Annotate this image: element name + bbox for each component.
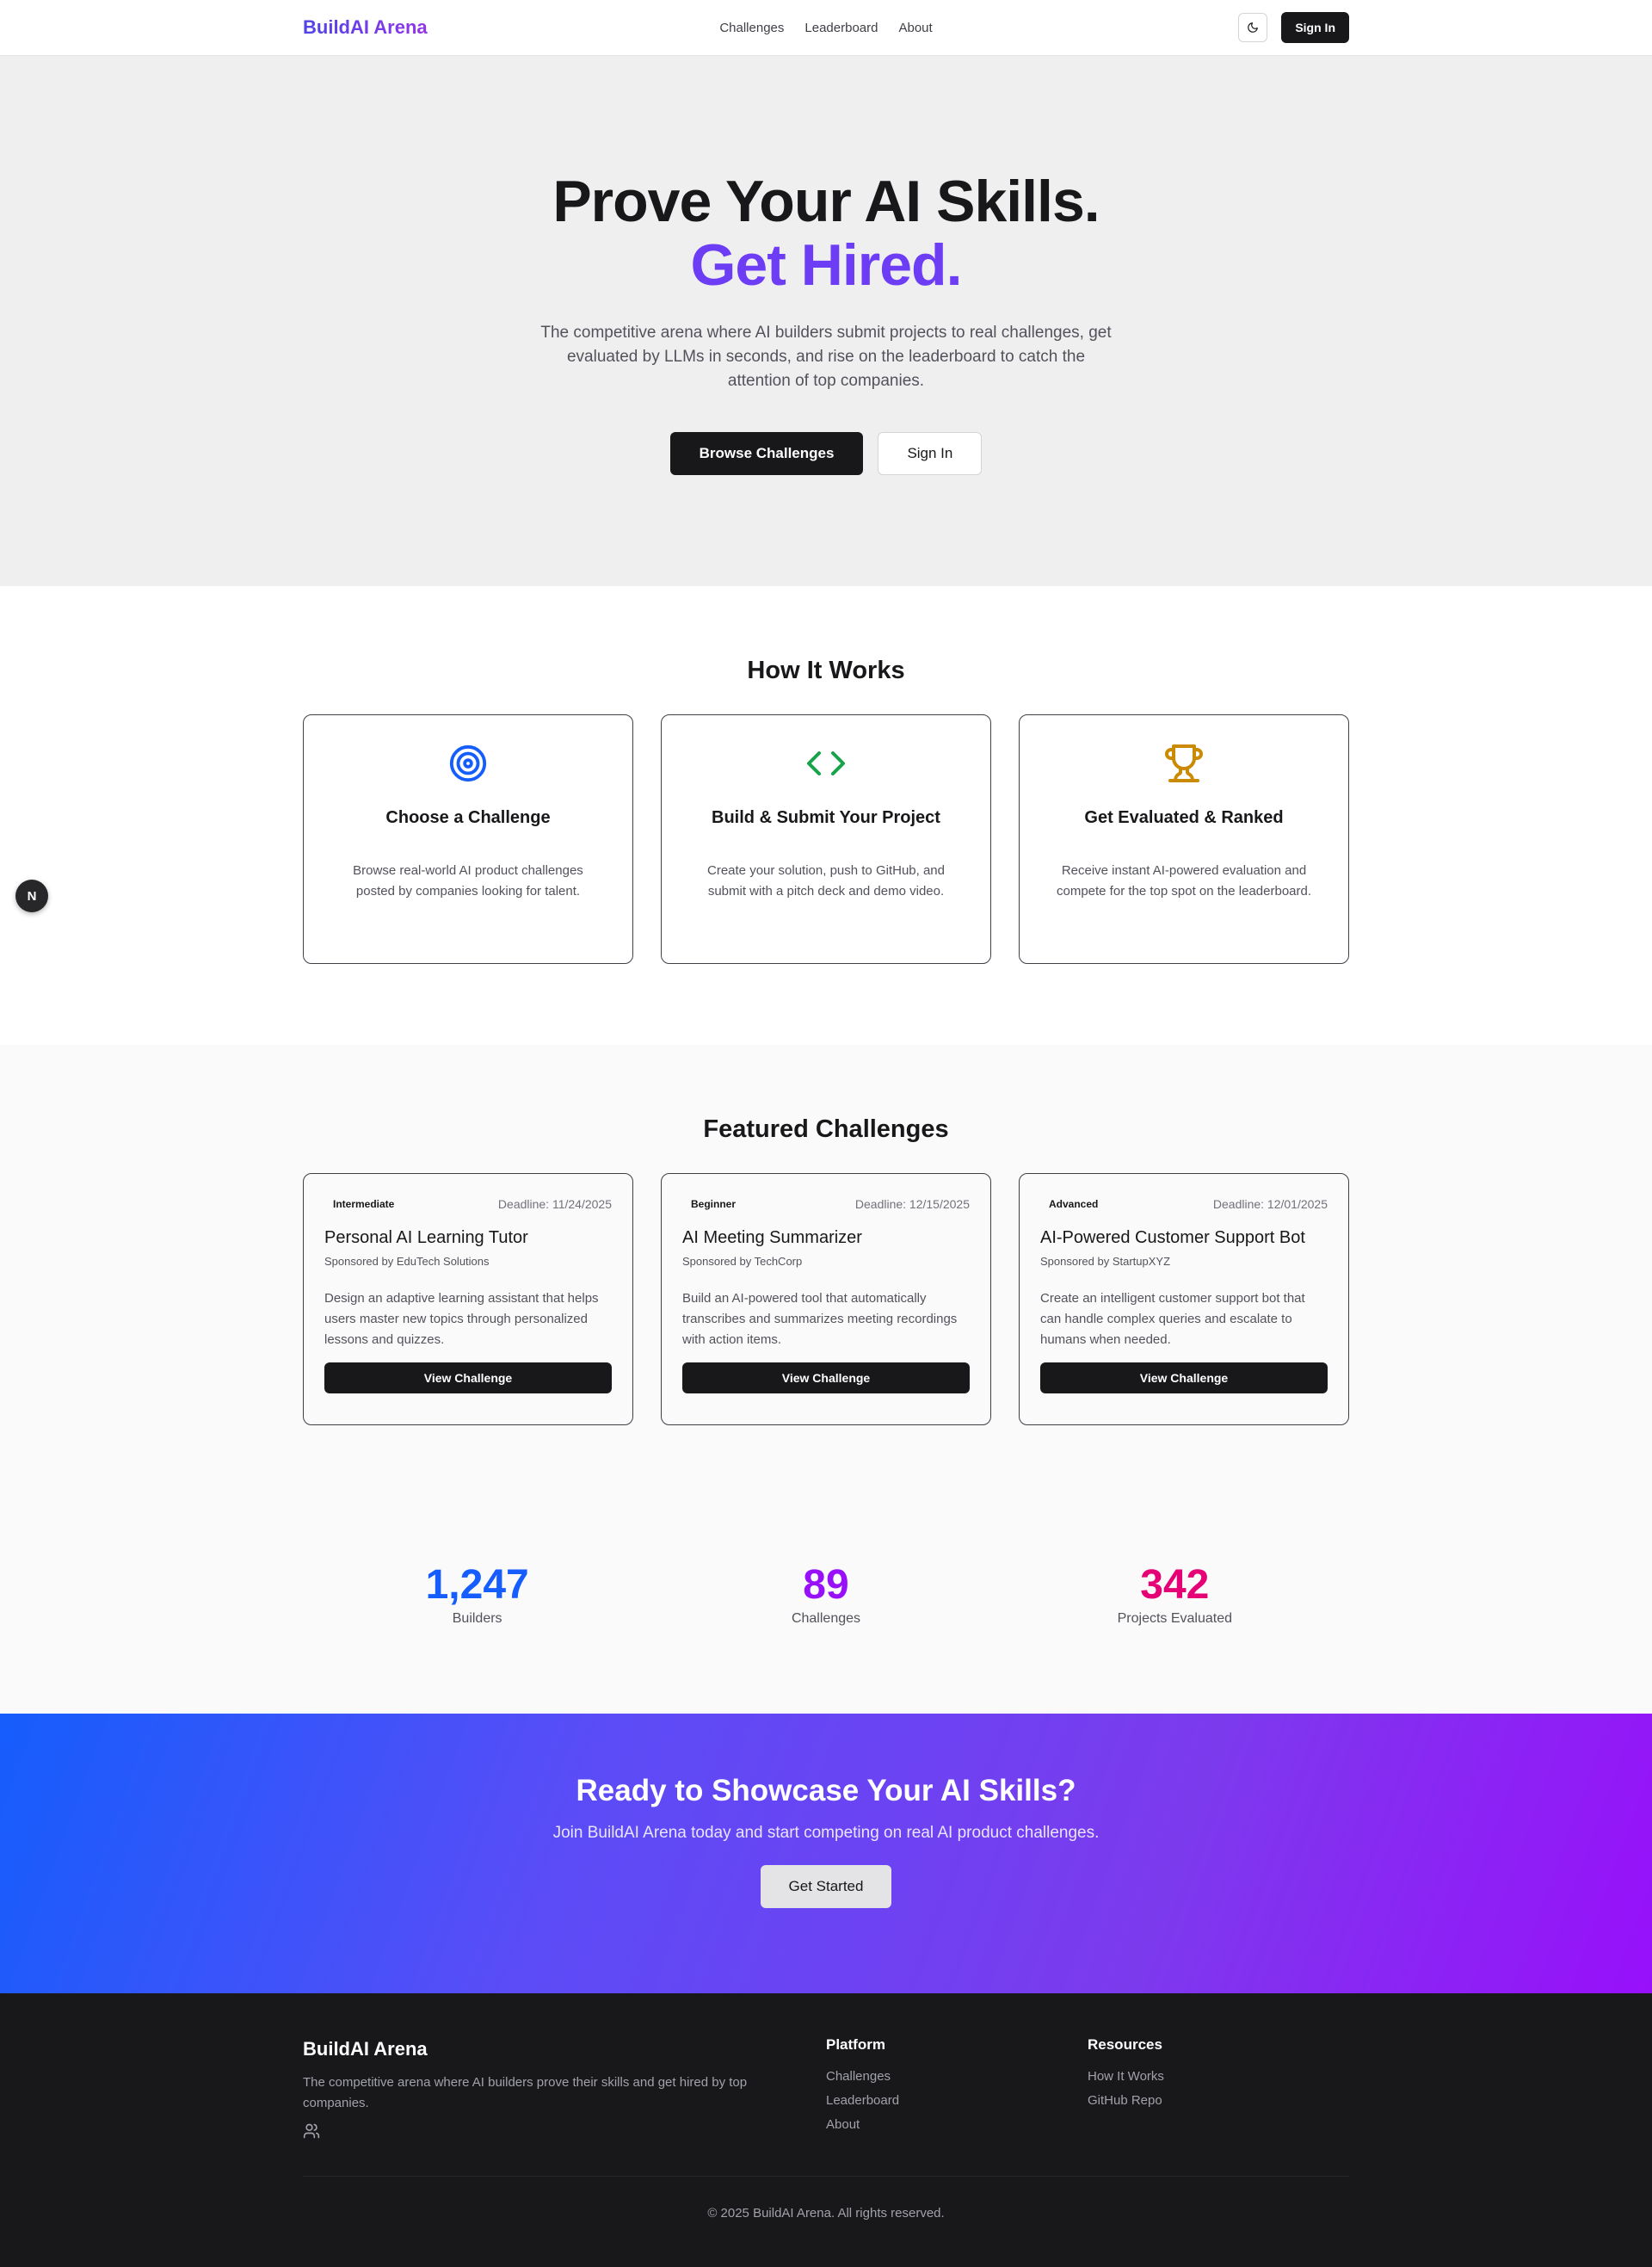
footer: BuildAI Arena The competitive arena wher…: [0, 1993, 1652, 2267]
deadline-text: Deadline: 12/15/2025: [854, 1197, 970, 1211]
stat-value: 1,247: [425, 1562, 529, 1608]
challenge-card: Intermediate Deadline: 11/24/2025 Person…: [303, 1173, 633, 1425]
stat-value: 342: [1140, 1562, 1210, 1608]
hero-title-accent: Get Hired.: [690, 232, 963, 298]
footer-link-how-it-works[interactable]: How It Works: [1088, 2069, 1349, 2084]
footer-tagline: The competitive arena where AI builders …: [303, 2075, 748, 2110]
brand-logo[interactable]: BuildAI Arena: [303, 16, 428, 39]
nav-link-about[interactable]: About: [898, 21, 932, 35]
footer-brand: BuildAI Arena: [303, 2038, 428, 2060]
challenge-description: Design an adaptive learning assistant th…: [324, 1291, 599, 1347]
theme-toggle-button[interactable]: [1238, 13, 1268, 42]
footer-platform-title: Platform: [826, 2036, 885, 2053]
difficulty-badge: Advanced: [1040, 1195, 1107, 1213]
nav-links: Challenges Leaderboard About: [719, 21, 932, 35]
stat-builders: 1,247 Builders: [303, 1563, 651, 1627]
top-nav: BuildAI Arena Challenges Leaderboard Abo…: [0, 0, 1652, 56]
stat-label: Challenges: [791, 1611, 861, 1626]
stat-challenges: 89 Challenges: [651, 1563, 1000, 1627]
code-icon: [807, 751, 845, 775]
footer-link-leaderboard[interactable]: Leaderboard: [826, 2093, 1088, 2108]
challenge-sponsor: Sponsored by TechCorp: [682, 1255, 803, 1268]
copyright-text: © 2025 BuildAI Arena. All rights reserve…: [707, 2206, 945, 2221]
cta-section: Ready to Showcase Your AI Skills? Join B…: [0, 1714, 1652, 1993]
step-description: Browse real-world AI product challenges …: [353, 863, 583, 899]
challenge-sponsor: Sponsored by EduTech Solutions: [324, 1255, 490, 1268]
trophy-icon: [1165, 744, 1203, 782]
challenge-title: AI Meeting Summarizer: [682, 1228, 862, 1247]
how-it-works-section: How It Works Choose a Challenge Browse r…: [0, 586, 1652, 1045]
difficulty-badge: Intermediate: [324, 1195, 404, 1213]
nav-sign-in-button[interactable]: Sign In: [1281, 12, 1349, 43]
hero-section: Prove Your AI Skills. Get Hired. The com…: [0, 56, 1652, 586]
step-card: Choose a Challenge Browse real-world AI …: [303, 714, 633, 964]
footer-link-about[interactable]: About: [826, 2117, 1088, 2132]
challenge-sponsor: Sponsored by StartupXYZ: [1040, 1255, 1171, 1268]
nav-link-challenges[interactable]: Challenges: [719, 21, 784, 35]
stat-label: Projects Evaluated: [1117, 1611, 1233, 1626]
footer-link-github-repo[interactable]: GitHub Repo: [1088, 2093, 1349, 2108]
difficulty-badge: Beginner: [682, 1195, 745, 1213]
step-title: Build & Submit Your Project: [712, 808, 940, 827]
deadline-text: Deadline: 11/24/2025: [497, 1197, 612, 1211]
challenge-card: Advanced Deadline: 12/01/2025 AI-Powered…: [1019, 1173, 1349, 1425]
stat-projects-evaluated: 342 Projects Evaluated: [1001, 1563, 1349, 1627]
challenge-description: Create an intelligent customer support b…: [1040, 1291, 1305, 1347]
step-description: Receive instant AI-powered evaluation an…: [1056, 863, 1312, 899]
cta-subtitle: Join BuildAI Arena today and start compe…: [552, 1824, 1100, 1842]
view-challenge-button[interactable]: View Challenge: [324, 1362, 612, 1393]
stat-label: Builders: [452, 1611, 502, 1626]
challenge-title: Personal AI Learning Tutor: [324, 1228, 528, 1247]
featured-title: Featured Challenges: [703, 1115, 949, 1143]
moon-icon: [1248, 22, 1259, 33]
target-icon: [449, 744, 487, 782]
hero-title: Prove Your AI Skills. Get Hired.: [0, 56, 1652, 297]
challenge-description: Build an AI-powered tool that automatica…: [682, 1291, 958, 1347]
hero-title-line1: Prove Your AI Skills.: [552, 169, 1100, 234]
view-challenge-button[interactable]: View Challenge: [682, 1362, 970, 1393]
hero-sign-in-button[interactable]: Sign In: [878, 432, 983, 475]
step-title: Choose a Challenge: [385, 808, 551, 827]
step-description: Create your solution, push to GitHub, an…: [707, 863, 945, 899]
dev-tools-badge[interactable]: N: [15, 880, 48, 912]
footer-resources-column: Resources How It Works GitHub Repo: [1088, 2036, 1349, 2176]
users-icon[interactable]: [303, 2122, 320, 2140]
deadline-text: Deadline: 12/01/2025: [1212, 1197, 1328, 1211]
footer-resources-title: Resources: [1088, 2036, 1162, 2053]
challenge-card: Beginner Deadline: 12/15/2025 AI Meeting…: [661, 1173, 991, 1425]
how-it-works-title: How It Works: [747, 657, 905, 684]
hero-subtitle: The competitive arena where AI builders …: [540, 324, 1112, 390]
view-challenge-button[interactable]: View Challenge: [1040, 1362, 1328, 1393]
step-title: Get Evaluated & Ranked: [1084, 808, 1284, 827]
featured-challenges-section: Featured Challenges Intermediate Deadlin…: [0, 1045, 1652, 1714]
step-card: Get Evaluated & Ranked Receive instant A…: [1019, 714, 1349, 964]
stat-value: 89: [803, 1562, 849, 1608]
cta-title: Ready to Showcase Your AI Skills?: [576, 1774, 1076, 1807]
nav-link-leaderboard[interactable]: Leaderboard: [804, 21, 878, 35]
stats-row: 1,247 Builders 89 Challenges 342 Project…: [303, 1563, 1349, 1627]
browse-challenges-button[interactable]: Browse Challenges: [669, 432, 864, 475]
get-started-button[interactable]: Get Started: [760, 1865, 892, 1908]
challenge-title: AI-Powered Customer Support Bot: [1040, 1228, 1305, 1247]
footer-link-challenges[interactable]: Challenges: [826, 2069, 1088, 2084]
step-card: Build & Submit Your Project Create your …: [661, 714, 991, 964]
footer-platform-column: Platform Challenges Leaderboard About: [826, 2036, 1088, 2176]
